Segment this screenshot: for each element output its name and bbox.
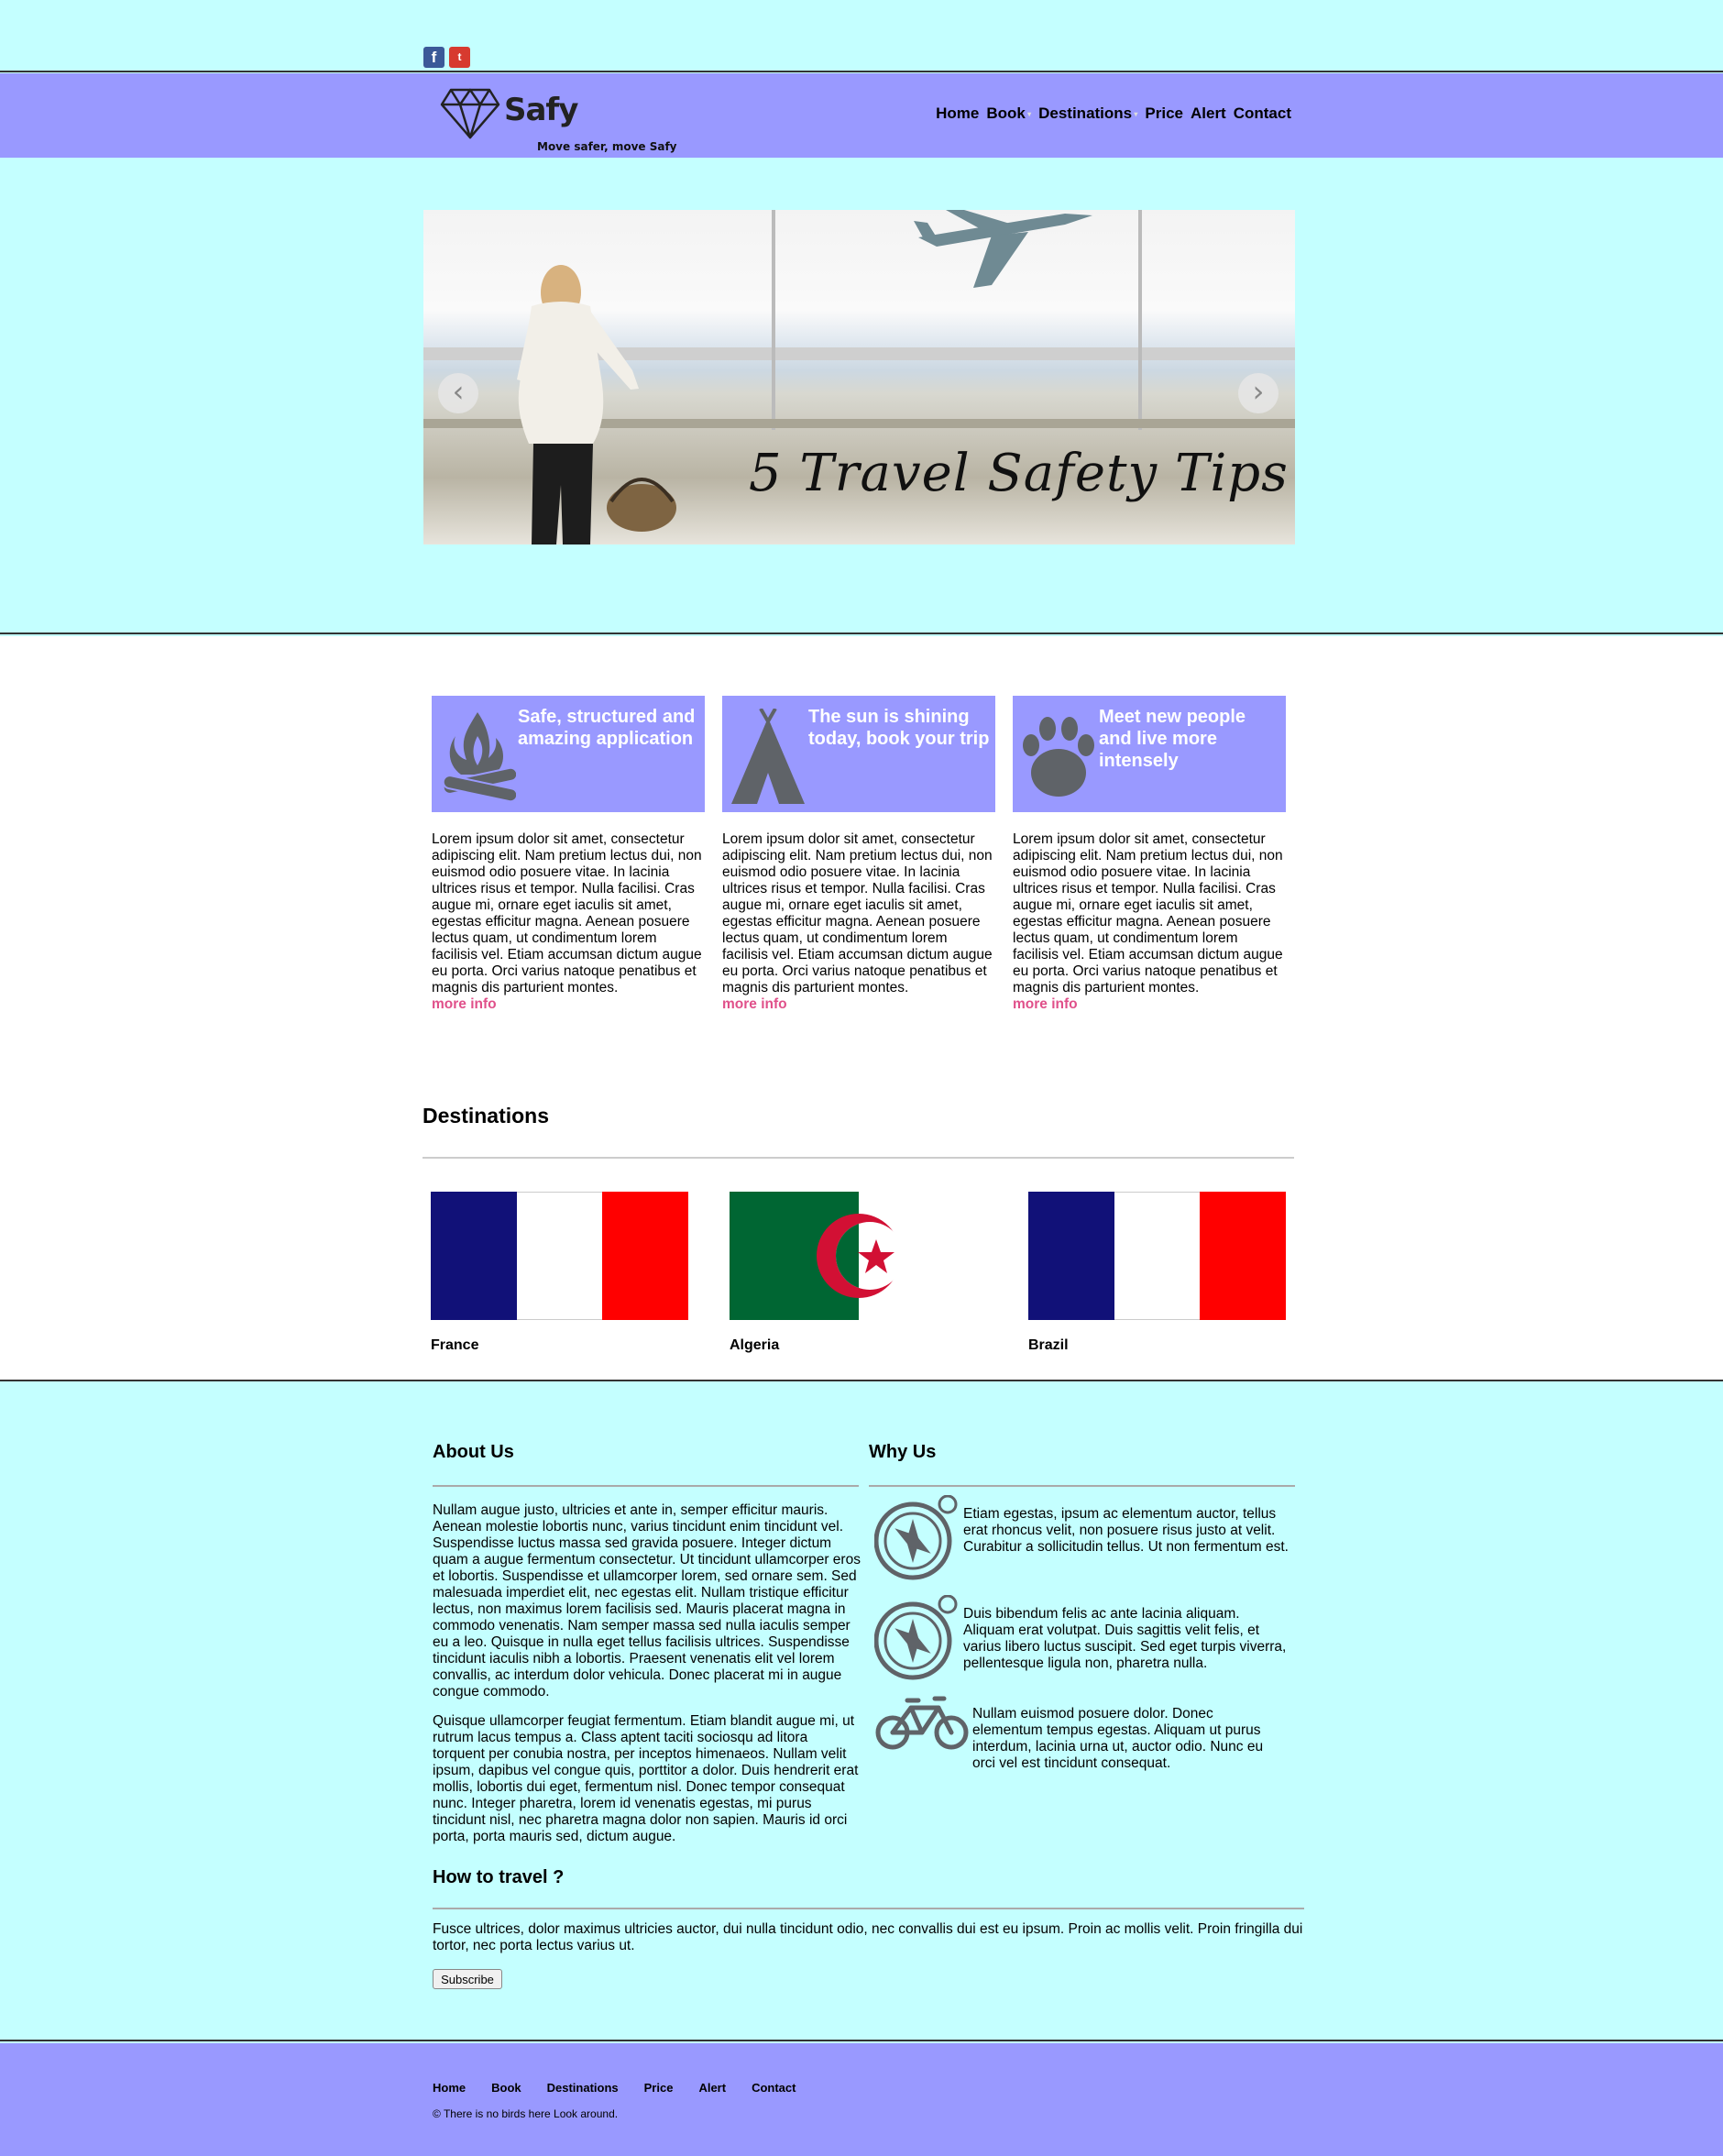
why-text: Duis bibendum felis ac ante lacinia aliq…: [963, 1606, 1287, 1671]
divider: [433, 1485, 859, 1487]
bicycle-icon: [875, 1696, 969, 1750]
slider-prev-arrow-icon[interactable]: ‹: [438, 373, 478, 413]
about-paragraph: Quisque ullamcorper feugiat fermentum. E…: [433, 1713, 859, 1844]
feature-card: The sun is shining today, book your trip…: [722, 696, 995, 1013]
divider: [423, 1157, 1294, 1159]
feature-title: The sun is shining today, book your trip: [808, 707, 990, 749]
footer-nav-book[interactable]: Book: [491, 2081, 521, 2095]
more-info-link[interactable]: more info: [432, 996, 705, 1013]
subscribe-button[interactable]: Subscribe: [433, 1969, 502, 1989]
footer-nav-destinations[interactable]: Destinations: [547, 2081, 619, 2095]
brand-name: Safy: [504, 92, 578, 128]
about-paragraph: Nullam augue justo, ultricies et ante in…: [433, 1502, 861, 1700]
logo[interactable]: Safy Move safer, move Safy: [440, 88, 678, 153]
destination-name[interactable]: France: [431, 1337, 688, 1354]
french-flag[interactable]: [1028, 1192, 1287, 1320]
hero-slide: 5 Travel Safety Tips ‹ ›: [423, 210, 1295, 544]
campfire-icon: [442, 712, 516, 803]
site-footer: Home Book Destinations Price Alert Conta…: [0, 2043, 1723, 2156]
diamond-icon: [440, 88, 500, 139]
footer-nav-alert[interactable]: Alert: [698, 2081, 726, 2095]
french-flag[interactable]: [431, 1192, 689, 1320]
twitter-icon[interactable]: t: [449, 47, 470, 68]
footer-nav-price[interactable]: Price: [644, 2081, 674, 2095]
crescent-star-icon: [817, 1214, 904, 1298]
feature-text: Lorem ipsum dolor sit amet, consectetur …: [432, 831, 702, 996]
algerian-flag[interactable]: [730, 1192, 987, 1320]
feature-header: Meet new people and live more intensely: [1013, 696, 1286, 812]
more-info-link[interactable]: more info: [722, 996, 995, 1013]
destination-card[interactable]: Algeria: [730, 1192, 987, 1354]
facebook-icon[interactable]: f: [423, 47, 444, 68]
slide-caption: 5 Travel Safety Tips: [749, 444, 1289, 503]
hero-section: 5 Travel Safety Tips ‹ ›: [0, 158, 1723, 734]
destination-card[interactable]: Brazil: [1028, 1192, 1287, 1354]
copyright: © There is no birds here Look around.: [433, 2107, 619, 2120]
slider-next-arrow-icon[interactable]: ›: [1238, 373, 1279, 413]
main-nav: Home Book Destinations Price Alert Conta…: [932, 104, 1295, 123]
travel-title: How to travel ?: [433, 1867, 565, 1887]
feature-header: The sun is shining today, book your trip: [722, 696, 995, 812]
destination-card[interactable]: France: [431, 1192, 689, 1354]
brand-tagline: Move safer, move Safy: [537, 140, 677, 153]
nav-book[interactable]: Book: [982, 104, 1035, 123]
site-header: Safy Move safer, move Safy Home Book Des…: [0, 73, 1723, 158]
feature-text: Lorem ipsum dolor sit amet, consectetur …: [722, 831, 993, 996]
info-section: About Us Nullam augue justo, ultricies e…: [0, 1383, 1723, 2041]
feature-header: Safe, structured and amazing application: [432, 696, 705, 812]
feature-text: Lorem ipsum dolor sit amet, consectetur …: [1013, 831, 1283, 996]
footer-nav-home[interactable]: Home: [433, 2081, 466, 2095]
social-bar: f t: [0, 0, 1723, 72]
compass-icon: [874, 1495, 958, 1580]
compass-icon: [874, 1595, 958, 1680]
feature-card: Meet new people and live more intensely …: [1013, 696, 1286, 1013]
nav-home[interactable]: Home: [932, 104, 982, 123]
more-info-link[interactable]: more info: [1013, 996, 1286, 1013]
footer-nav-contact[interactable]: Contact: [752, 2081, 796, 2095]
feature-title: Safe, structured and amazing application: [518, 707, 696, 749]
why-text: Etiam egestas, ipsum ac elementum auctor…: [963, 1506, 1289, 1555]
feature-title: Meet new people and live more intensely: [1099, 707, 1246, 771]
nav-alert[interactable]: Alert: [1187, 104, 1230, 123]
travel-text: Fusce ultrices, dolor maximus ultricies …: [433, 1921, 1303, 1953]
footer-nav: Home Book Destinations Price Alert Conta…: [433, 2081, 821, 2095]
divider: [433, 1908, 1304, 1909]
why-title: Why Us: [869, 1442, 937, 1462]
feature-card: Safe, structured and amazing application…: [432, 696, 705, 1013]
paw-icon: [1023, 717, 1094, 797]
about-title: About Us: [433, 1442, 514, 1462]
destination-name[interactable]: Brazil: [1028, 1337, 1286, 1354]
nav-destinations[interactable]: Destinations: [1035, 104, 1141, 123]
divider: [869, 1485, 1295, 1487]
nav-contact[interactable]: Contact: [1230, 104, 1295, 123]
why-text: Nullam euismod posuere dolor. Donec elem…: [972, 1706, 1264, 1771]
destinations-title: Destinations: [423, 1104, 550, 1128]
destination-name[interactable]: Algeria: [730, 1337, 987, 1354]
main-content: Safe, structured and amazing application…: [0, 636, 1723, 1381]
nav-price[interactable]: Price: [1141, 104, 1187, 123]
tent-icon: [731, 709, 805, 804]
